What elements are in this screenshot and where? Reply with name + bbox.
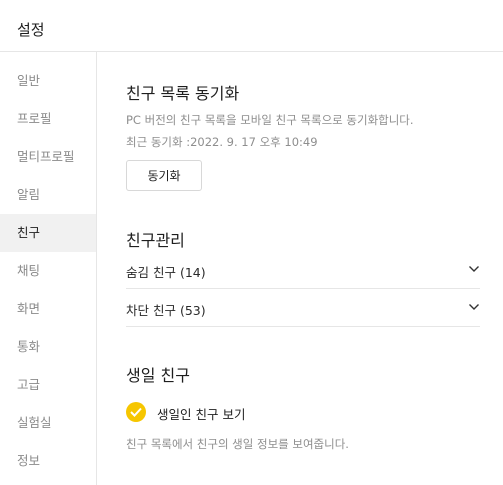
birthday-checkbox[interactable]: 생일인 친구 보기 (126, 402, 326, 424)
birthday-description: 친구 목록에서 친구의 생일 정보를 보여줍니다. (126, 437, 349, 451)
friend-manage-title: 친구관리 (126, 231, 185, 250)
blocked-friends-label: 차단 친구 (53) (126, 303, 206, 318)
sidebar-item-notifications[interactable]: 알림 (0, 176, 96, 214)
hidden-friends-label: 숨김 친구 (14) (126, 265, 206, 280)
sync-button[interactable]: 동기화 (126, 160, 202, 191)
friend-sync-description: PC 버전의 친구 목록을 모바일 친구 목록으로 동기화합니다. (126, 113, 414, 127)
birthday-title: 생일 친구 (126, 366, 190, 385)
sidebar-item-general[interactable]: 일반 (0, 62, 96, 100)
sidebar-item-labs[interactable]: 실험실 (0, 404, 96, 442)
hidden-friends-row[interactable]: 숨김 친구 (14) (126, 251, 480, 289)
sidebar-item-display[interactable]: 화면 (0, 290, 96, 328)
sidebar-item-calls[interactable]: 통화 (0, 328, 96, 366)
settings-sidebar: 일반 프로필 멀티프로필 알림 친구 채팅 화면 통화 고급 실험실 정보 (0, 52, 97, 485)
sidebar-item-advanced[interactable]: 고급 (0, 366, 96, 404)
settings-window: 설정 일반 프로필 멀티프로필 알림 친구 채팅 화면 통화 고급 실험실 정보… (0, 0, 503, 485)
chevron-down-icon (469, 266, 479, 272)
sidebar-item-multi-profile[interactable]: 멀티프로필 (0, 138, 96, 176)
friend-sync-title: 친구 목록 동기화 (126, 84, 240, 103)
sidebar-item-chats[interactable]: 채팅 (0, 252, 96, 290)
chevron-down-icon (469, 304, 479, 310)
sidebar-item-info[interactable]: 정보 (0, 442, 96, 480)
check-icon (126, 402, 146, 422)
last-sync-time: 최근 동기화 :2022. 9. 17 오후 10:49 (126, 135, 318, 149)
page-title: 설정 (17, 21, 45, 39)
blocked-friends-row[interactable]: 차단 친구 (53) (126, 289, 480, 327)
settings-header: 설정 (0, 0, 503, 52)
sidebar-item-profile[interactable]: 프로필 (0, 100, 96, 138)
sidebar-item-friends[interactable]: 친구 (0, 214, 96, 252)
birthday-checkbox-label: 생일인 친구 보기 (157, 407, 246, 422)
settings-content: 친구 목록 동기화 PC 버전의 친구 목록을 모바일 친구 목록으로 동기화합… (98, 52, 503, 485)
